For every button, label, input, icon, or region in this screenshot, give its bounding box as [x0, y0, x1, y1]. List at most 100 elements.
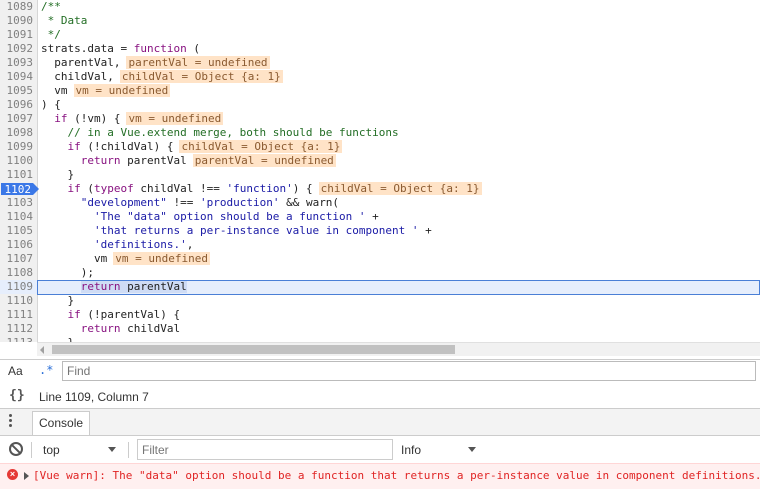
code-line[interactable]: 1089 /**	[0, 0, 760, 14]
code-line[interactable]: 1108 );	[0, 266, 760, 280]
code-line[interactable]: 1102 if (typeof childVal !== 'function')…	[0, 182, 760, 196]
clear-console-icon[interactable]	[9, 442, 23, 456]
code-line[interactable]: 1097 if (!vm) {vm = undefined	[0, 112, 760, 126]
horizontal-scrollbar[interactable]	[37, 342, 760, 356]
chevron-down-icon[interactable]	[108, 447, 116, 452]
line-number[interactable]: 1093	[0, 56, 34, 70]
toolbar-divider	[128, 442, 129, 458]
line-number[interactable]: 1113	[0, 336, 34, 342]
code-token: 'The "data" option should be a function …	[93, 210, 366, 223]
code-text: }	[41, 168, 74, 182]
code-text: ) {	[41, 98, 61, 112]
scrollbar-thumb[interactable]	[52, 345, 455, 354]
code-line[interactable]: 1105 'that returns a per-instance value …	[0, 224, 760, 238]
line-number[interactable]: 1106	[0, 238, 34, 252]
line-number[interactable]: 1105	[0, 224, 34, 238]
code-token: +	[418, 224, 432, 237]
line-number[interactable]: 1109	[0, 280, 34, 294]
inline-value: parentVal = undefined	[126, 56, 270, 69]
regex-button[interactable]: .*	[39, 363, 53, 377]
line-number[interactable]: 1112	[0, 322, 34, 336]
inline-value: childVal = Object {a: 1}	[179, 140, 343, 153]
code-line[interactable]: 1098 // in a Vue.extend merge, both shou…	[0, 126, 760, 140]
code-line[interactable]: 1106 'definitions.',	[0, 238, 760, 252]
line-number[interactable]: 1110	[0, 294, 34, 308]
code-line[interactable]: 1099 if (!childVal) {childVal = Object {…	[0, 140, 760, 154]
line-number[interactable]: 1096	[0, 98, 34, 112]
inline-value: childVal = Object {a: 1}	[318, 182, 482, 195]
pretty-print-button[interactable]: {}	[9, 388, 25, 403]
code-line[interactable]: 1100 return parentVal parentVal = undefin…	[0, 154, 760, 168]
chevron-down-icon[interactable]	[468, 447, 476, 452]
expand-triangle-icon[interactable]	[24, 472, 29, 480]
code-line[interactable]: 1104 'The "data" option should be a func…	[0, 210, 760, 224]
line-number[interactable]: 1100	[0, 154, 34, 168]
code-line[interactable]: 1110 }	[0, 294, 760, 308]
code-lines: 1089/** 1090 * Data 1091 */1092 strats.data…	[0, 0, 760, 342]
code-line[interactable]: 1090 * Data	[0, 14, 760, 28]
code-line[interactable]: 1093 parentVal, parentVal = undefined	[0, 56, 760, 70]
code-line[interactable]: 1094 childVal, childVal = Object {a: 1}	[0, 70, 760, 84]
inline-value: vm = undefined	[126, 112, 224, 125]
line-number[interactable]: 1107	[0, 252, 34, 266]
context-select[interactable]: top	[43, 443, 60, 457]
error-text: [Vue warn]: The "data" option should be …	[33, 469, 760, 482]
console-error-message[interactable]: × [Vue warn]: The "data" option should b…	[0, 463, 760, 489]
line-number[interactable]: 1104	[0, 210, 34, 224]
line-number[interactable]: 1092	[0, 42, 34, 56]
kebab-menu-icon[interactable]	[9, 414, 13, 429]
code-text: 'The "data" option should be a function …	[41, 210, 379, 224]
line-number[interactable]: 1098	[0, 126, 34, 140]
filter-input[interactable]	[137, 439, 393, 460]
code-line[interactable]: 1111 if (!parentVal) {	[0, 308, 760, 322]
code-line[interactable]: 1101 }	[0, 168, 760, 182]
code-token: strats.data =	[41, 42, 134, 55]
tab-console[interactable]: Console	[32, 411, 91, 435]
line-number[interactable]: 1099	[0, 140, 34, 154]
line-number[interactable]: 1108	[0, 266, 34, 280]
match-case-button[interactable]: Aa	[8, 364, 23, 378]
code-token: parentVal,	[41, 56, 121, 69]
line-number[interactable]: 1089	[0, 0, 34, 14]
line-number[interactable]: 1095	[0, 84, 34, 98]
code-line[interactable]: 1096 ) {	[0, 98, 760, 112]
line-number[interactable]: 1097	[0, 112, 34, 126]
line-number[interactable]: 1103	[0, 196, 34, 210]
code-line[interactable]: 1091 */	[0, 28, 760, 42]
line-number[interactable]: 1101	[0, 168, 34, 182]
line-number[interactable]: 1090	[0, 14, 34, 28]
breakpoint-marker[interactable]: 1102	[1, 183, 39, 196]
code-editor[interactable]: 1089/** 1090 * Data 1091 */1092 strats.data…	[0, 0, 760, 342]
line-number[interactable]: 1094	[0, 70, 34, 84]
scroll-left-icon[interactable]	[40, 346, 44, 354]
code-text: return childVal	[41, 322, 180, 336]
code-line[interactable]: 1103 "development" !== 'production' && w…	[0, 196, 760, 210]
code-line[interactable]: 1112 return childVal	[0, 322, 760, 336]
toolbar-divider	[31, 442, 32, 458]
line-number[interactable]: 1111	[0, 308, 34, 322]
code-line[interactable]: 1109 return parentVal	[0, 280, 760, 295]
code-token: return	[80, 322, 121, 335]
code-line[interactable]: 1107 vm vm = undefined	[0, 252, 760, 266]
code-token: childVal	[120, 322, 181, 335]
code-line[interactable]: 1095 vm vm = undefined	[0, 84, 760, 98]
code-token: (	[80, 182, 94, 195]
log-level-select[interactable]: Info	[401, 443, 421, 457]
code-text: // in a Vue.extend merge, both should be…	[41, 126, 398, 140]
find-input[interactable]	[62, 361, 756, 381]
code-token: && warn(	[279, 196, 340, 209]
code-token: 'production'	[199, 196, 280, 209]
status-bar: {} Line 1109, Column 7	[0, 384, 760, 409]
line-number[interactable]: 1091	[0, 28, 34, 42]
inline-value: vm = undefined	[73, 84, 171, 97]
find-bar: Aa .*	[0, 359, 760, 385]
code-line[interactable]: 1092 strats.data = function (	[0, 42, 760, 56]
drawer-tab-bar: Console	[0, 409, 760, 436]
